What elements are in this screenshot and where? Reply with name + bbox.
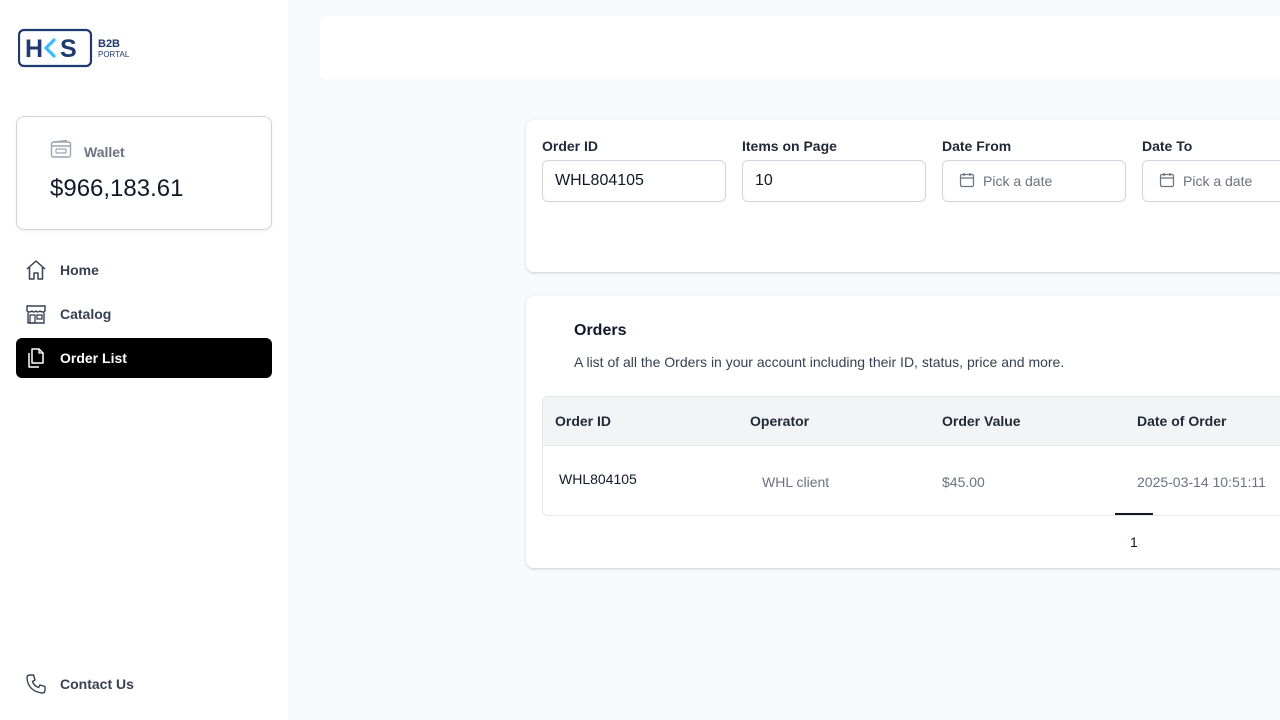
sidebar: H S B2B PORTAL Wallet $966,183.61 Home C… [0,0,288,720]
items-on-page-label: Items on Page [742,138,837,154]
svg-text:PORTAL: PORTAL [98,50,130,59]
home-icon [24,258,48,282]
date-to-picker[interactable]: Pick a date [1142,160,1280,202]
column-header-operator[interactable]: Operator [750,413,809,429]
documents-icon [24,346,48,370]
order-id-input[interactable] [542,160,726,202]
pagination-page-1[interactable]: 1 [1130,534,1138,550]
nav-item-contact-us[interactable]: Contact Us [16,664,272,704]
calendar-icon [959,172,975,191]
column-header-order-id[interactable]: Order ID [555,413,611,429]
nav-item-order-list[interactable]: Order List [16,338,272,378]
nav-item-label: Order List [60,350,127,366]
svg-text:H: H [25,35,43,63]
main-nav: Home Catalog Order List [16,250,272,382]
order-filters: Order ID Items on Page Date From Pick a … [526,120,1280,272]
date-from-picker[interactable]: Pick a date [942,160,1126,202]
pagination-active-indicator [1115,513,1153,515]
column-header-date-of-order[interactable]: Date of Order [1137,413,1226,429]
table-row[interactable]: WHL804105 WHL client $45.00 2025-03-14 1… [543,446,1280,515]
order-id-filter: Order ID [542,138,726,202]
wallet-balance: $966,183.61 [50,175,184,202]
cell-order-id[interactable]: WHL804105 [559,471,637,487]
nav-item-home[interactable]: Home [16,250,272,290]
order-id-label: Order ID [542,138,599,154]
orders-title: Orders [574,322,627,339]
brand-logo[interactable]: H S B2B PORTAL [17,28,148,68]
phone-icon [24,672,48,696]
cell-order-value: $45.00 [942,474,985,490]
items-on-page-filter: Items on Page [742,138,926,202]
orders-description: A list of all the Orders in your account… [574,354,1065,370]
date-to-placeholder: Pick a date [1183,173,1253,189]
date-from-placeholder: Pick a date [983,173,1053,189]
calendar-icon [1159,172,1175,191]
date-from-label: Date From [942,138,1012,154]
wallet-header: Wallet [50,139,125,164]
svg-text:B2B: B2B [98,38,120,50]
date-from-filter: Date From Pick a date [942,138,1126,202]
table-header: Order ID Operator Order Value Date of Or… [543,397,1280,446]
orders-card: Orders A list of all the Orders in your … [526,296,1280,568]
orders-table: Order ID Operator Order Value Date of Or… [542,396,1280,516]
nav-item-label: Catalog [60,306,112,322]
contact-section: Contact Us [16,664,272,708]
nav-item-catalog[interactable]: Catalog [16,294,272,334]
wallet-label: Wallet [84,143,125,160]
nav-item-label: Contact Us [60,676,134,692]
top-bar [320,16,1280,79]
wallet-icon [50,139,72,164]
items-on-page-input[interactable] [742,160,926,202]
logo-graphic: H S B2B PORTAL [17,28,130,68]
store-icon [24,302,48,326]
date-to-filter: Date To Pick a date [1142,138,1280,202]
column-header-order-value[interactable]: Order Value [942,413,1021,429]
nav-item-label: Home [60,262,99,278]
date-to-label: Date To [1142,138,1193,154]
cell-operator: WHL client [762,474,830,490]
svg-text:S: S [60,35,77,63]
cell-date-of-order: 2025-03-14 10:51:11 [1137,474,1266,490]
wallet-card: Wallet $966,183.61 [16,116,272,230]
